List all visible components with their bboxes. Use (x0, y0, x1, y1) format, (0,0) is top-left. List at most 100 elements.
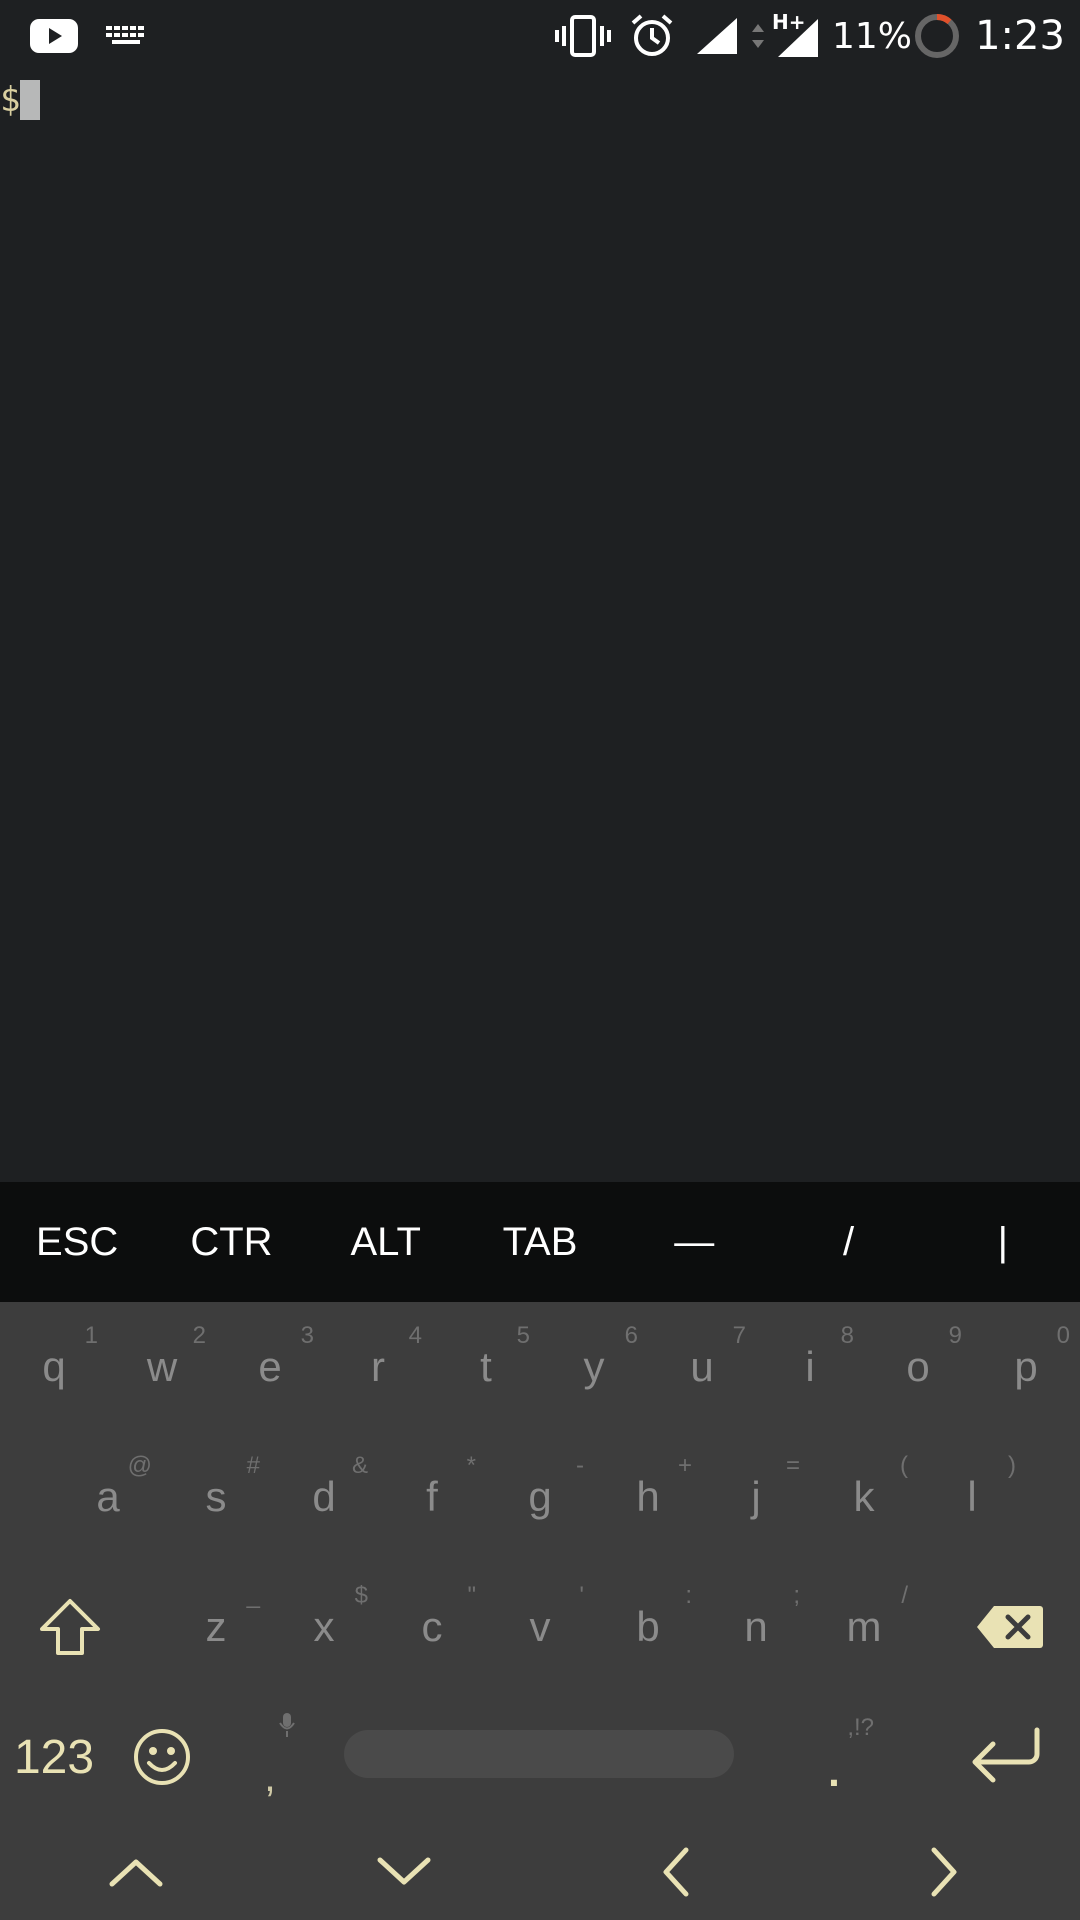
chevron-left-icon (663, 1847, 689, 1897)
key-z[interactable]: z _ (162, 1562, 270, 1692)
key-label: s (205, 1473, 227, 1520)
signal-icon (694, 0, 740, 72)
key-label: h (636, 1473, 660, 1520)
enter-icon (972, 1727, 1040, 1783)
key-p[interactable]: p0 (972, 1302, 1080, 1432)
keyboard-row-4: 123 , . ,!? (0, 1692, 1080, 1822)
key-y[interactable]: y6 (540, 1302, 648, 1432)
key-x[interactable]: x $ (270, 1562, 378, 1692)
slash-key[interactable]: / (771, 1182, 925, 1302)
key-i[interactable]: i8 (756, 1302, 864, 1432)
key-u[interactable]: u7 (648, 1302, 756, 1432)
key-hint: 3 (300, 1322, 314, 1349)
key-hint: $ (354, 1582, 368, 1609)
period-key[interactable]: . ,!? (780, 1692, 888, 1822)
enter-key[interactable] (932, 1692, 1080, 1822)
key-l[interactable]: l) (918, 1432, 1026, 1562)
space-key[interactable] (344, 1730, 734, 1778)
key-label: b (636, 1603, 660, 1650)
extra-keys-bar: ESC CTR ALT TAB — / | (0, 1182, 1080, 1302)
chevron-down-icon (377, 1857, 431, 1885)
key-hint: & (351, 1452, 368, 1479)
key-hint: 7 (732, 1322, 746, 1349)
esc-key[interactable]: ESC (0, 1182, 154, 1302)
backspace-key[interactable] (940, 1562, 1080, 1692)
key-label: j (751, 1473, 761, 1520)
key-g[interactable]: g- (486, 1432, 594, 1562)
soft-keyboard: q1 w2 e3 r4 t5 y6 u7 i8 o9 p0 a @ s # d & f… (0, 1302, 1080, 1920)
tab-key[interactable]: TAB (463, 1182, 617, 1302)
key-n[interactable]: n; (702, 1562, 810, 1692)
clock: 1:23 (970, 0, 1070, 72)
cursor-left-button[interactable] (616, 1824, 736, 1920)
key-r[interactable]: r4 (324, 1302, 432, 1432)
key-d[interactable]: d & (270, 1432, 378, 1562)
data-arrows-icon (748, 0, 768, 72)
keyboard-row-2: a @ s # d & f * g- h + j = k( l) (0, 1432, 1080, 1562)
mic-icon (279, 1713, 295, 1737)
keyboard-navigation-row (0, 1824, 1080, 1920)
dash-key[interactable]: — (617, 1182, 771, 1302)
battery-ring-icon (912, 0, 962, 72)
key-k[interactable]: k( (810, 1432, 918, 1562)
key-label: g (528, 1473, 552, 1520)
key-j[interactable]: j = (702, 1432, 810, 1562)
key-label: w (146, 1343, 178, 1390)
alarm-icon (628, 0, 676, 72)
key-label: p (1014, 1343, 1038, 1390)
symbols-key[interactable]: 123 (0, 1692, 108, 1822)
key-label: e (258, 1343, 282, 1390)
comma-key[interactable]: , (216, 1692, 324, 1822)
prompt-line: $ (0, 80, 41, 120)
key-w[interactable]: w2 (108, 1302, 216, 1432)
prompt-symbol: $ (0, 80, 21, 120)
key-label: u (690, 1343, 714, 1390)
battery-percent-text: 11% (832, 15, 913, 57)
cursor-down-button[interactable] (344, 1824, 464, 1920)
key-o[interactable]: o9 (864, 1302, 972, 1432)
key-hint: = (785, 1452, 800, 1479)
key-s[interactable]: s # (162, 1432, 270, 1562)
pipe-key[interactable]: | (926, 1182, 1080, 1302)
key-b[interactable]: b: (594, 1562, 702, 1692)
keyboard-row-1: q1 w2 e3 r4 t5 y6 u7 i8 o9 p0 (0, 1302, 1080, 1432)
clock-text: 1:23 (975, 13, 1065, 59)
cursor-right-button[interactable] (884, 1824, 1004, 1920)
shift-icon (40, 1599, 100, 1655)
key-e[interactable]: e3 (216, 1302, 324, 1432)
key-t[interactable]: t5 (432, 1302, 540, 1432)
key-label: i (805, 1343, 815, 1390)
key-m[interactable]: m / (810, 1562, 918, 1692)
key-f[interactable]: f * (378, 1432, 486, 1562)
alt-key[interactable]: ALT (309, 1182, 463, 1302)
key-hint: " (467, 1582, 476, 1609)
key-hint: ) (1008, 1452, 1016, 1479)
terminal-view[interactable]: $ (0, 72, 1080, 1182)
key-label: r (371, 1343, 385, 1390)
key-label: o (906, 1343, 930, 1390)
key-label: f (426, 1473, 438, 1520)
ctrl-key[interactable]: CTR (154, 1182, 308, 1302)
key-hint: + (677, 1452, 692, 1479)
key-hint: * (466, 1452, 476, 1479)
key-hint: / (901, 1582, 908, 1609)
key-a[interactable]: a @ (54, 1432, 162, 1562)
key-hint: 4 (408, 1322, 422, 1349)
keyboard-row-3: z _ x $ c " v ' b: n; m / (0, 1562, 1080, 1692)
key-hint: @ (127, 1452, 152, 1479)
key-c[interactable]: c " (378, 1562, 486, 1692)
emoji-key[interactable] (108, 1692, 216, 1822)
key-label: v (529, 1603, 551, 1650)
key-label: k (853, 1473, 875, 1520)
shift-key[interactable] (0, 1562, 140, 1692)
key-v[interactable]: v ' (486, 1562, 594, 1692)
key-hint: - (576, 1452, 584, 1479)
vibrate-icon (554, 0, 612, 72)
key-q[interactable]: q1 (0, 1302, 108, 1432)
cursor-up-button[interactable] (76, 1824, 196, 1920)
key-hint: 1 (84, 1322, 98, 1349)
key-h[interactable]: h + (594, 1432, 702, 1562)
chevron-up-icon (109, 1859, 163, 1887)
key-label: a (96, 1473, 120, 1520)
key-hint: # (246, 1452, 260, 1479)
